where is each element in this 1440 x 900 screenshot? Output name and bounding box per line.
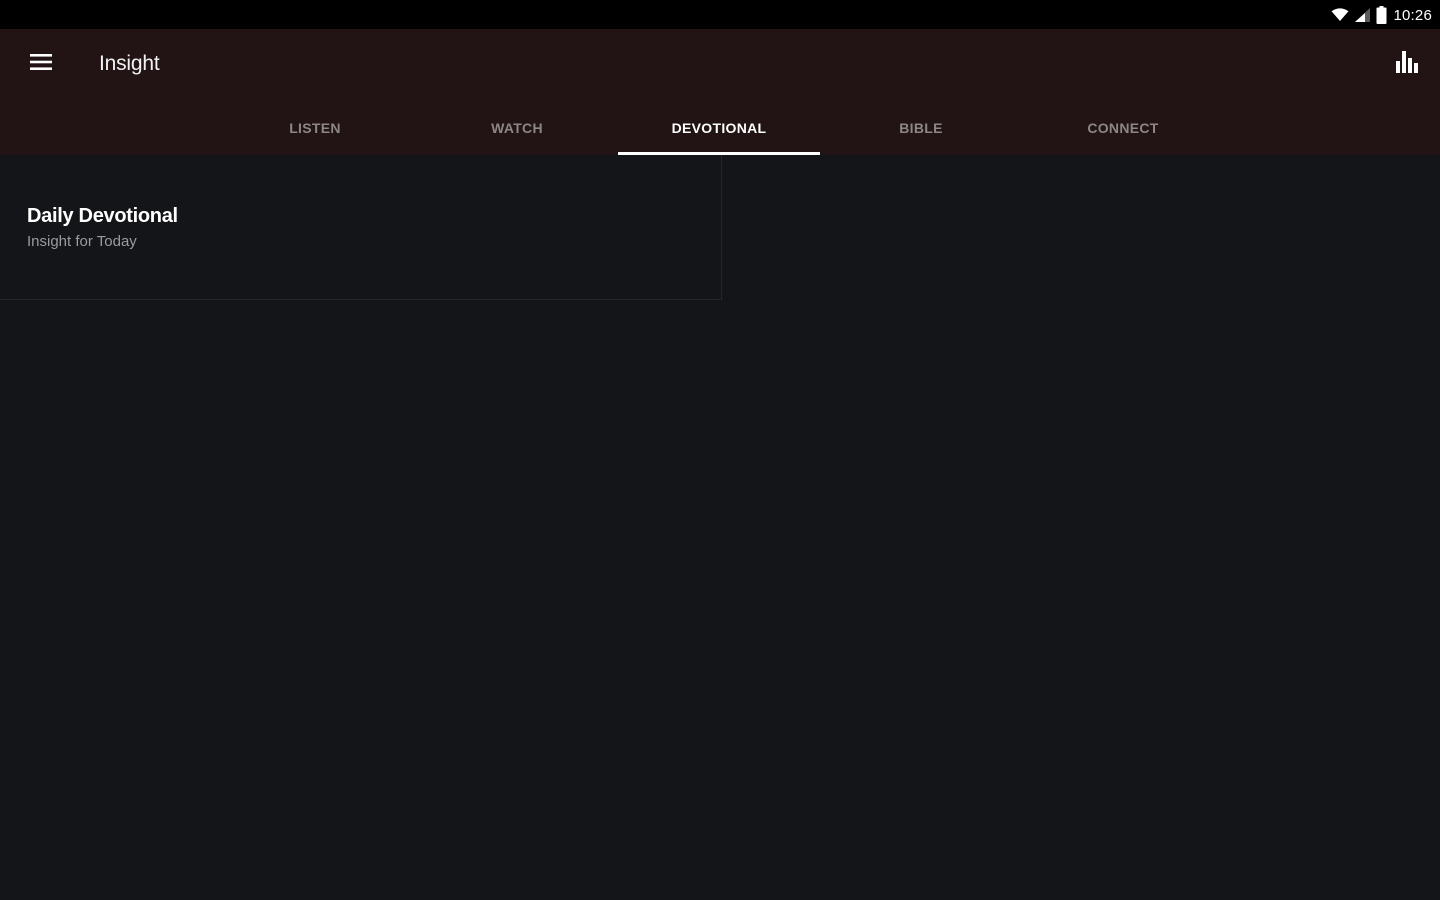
status-time: 10:26 xyxy=(1393,6,1432,24)
battery-icon xyxy=(1376,6,1387,24)
hamburger-menu-icon xyxy=(30,53,52,76)
tab-listen[interactable]: LISTEN xyxy=(214,100,416,155)
app-bar: Insight LISTEN WATCH DEVOTIONAL BIBLE CO… xyxy=(0,29,1440,155)
card-subtitle: Insight for Today xyxy=(27,233,137,250)
tab-devotional[interactable]: DEVOTIONAL xyxy=(618,100,820,155)
tab-bible[interactable]: BIBLE xyxy=(820,100,1022,155)
content-area: Daily Devotional Insight for Today xyxy=(0,155,1440,900)
devotional-card[interactable]: Daily Devotional Insight for Today xyxy=(0,155,722,300)
status-icons: 10:26 xyxy=(1331,4,1432,26)
bar-chart-icon xyxy=(1395,50,1419,79)
card-title: Daily Devotional xyxy=(27,205,178,227)
wifi-icon xyxy=(1331,8,1349,22)
cell-signal-icon xyxy=(1355,8,1371,22)
status-bar: 10:26 xyxy=(0,0,1440,29)
menu-button[interactable] xyxy=(20,43,62,85)
tab-watch[interactable]: WATCH xyxy=(416,100,618,155)
tab-bar: LISTEN WATCH DEVOTIONAL BIBLE CONNECT xyxy=(214,100,1224,155)
tab-connect[interactable]: CONNECT xyxy=(1022,100,1224,155)
app-title: Insight xyxy=(99,52,160,75)
stats-button[interactable] xyxy=(1388,45,1426,83)
